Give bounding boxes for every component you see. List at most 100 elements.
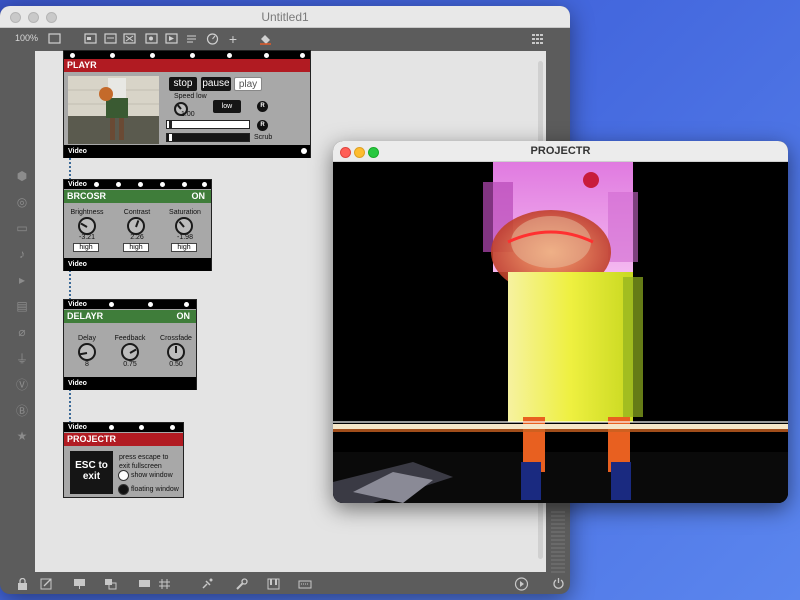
projector-window[interactable]: PROJECTR [333,141,788,503]
music-note-icon[interactable]: ♪ [12,244,32,264]
scrub-slider[interactable] [166,133,250,142]
pause-button[interactable]: pause [201,77,231,91]
speed-value: 1.00 [181,111,195,118]
transport-play-icon[interactable] [514,576,528,591]
presentation-icon[interactable] [47,32,61,45]
b-circle-icon[interactable]: Ⓑ [12,400,32,420]
number-box-icon[interactable] [144,32,158,45]
inlet-port[interactable] [202,182,207,187]
windows-icon[interactable] [103,577,117,590]
debug-icon[interactable] [200,577,214,590]
wrench-icon[interactable] [234,577,248,590]
left-sidebar: ⬢ ◎ ▭ ♪ ▸ ▤ ⌀ ⏚ Ⓥ Ⓑ ★ [12,166,32,456]
patch-cable[interactable] [69,270,71,300]
video-thumbnail [68,76,159,144]
paint-bucket-icon[interactable] [258,32,272,45]
step-icon[interactable]: ▸ [12,270,32,290]
power-status[interactable]: ON [192,190,206,203]
target-icon[interactable]: ◎ [12,192,32,212]
playr-device[interactable]: PLAYR stop pause play Speed low 1.00 low… [63,50,311,158]
floating-window-label: floating window [131,486,179,493]
device-header: DELAYR ON [64,310,196,323]
contrast-value: 2.26 [130,234,144,241]
outlet-port[interactable] [301,148,307,154]
keyboard-icon[interactable] [298,577,312,590]
patch-cable[interactable] [69,158,71,180]
paperclip-icon[interactable]: ⌀ [12,322,32,342]
cube-icon[interactable]: ⬢ [12,166,32,186]
inlet-port[interactable] [148,302,153,307]
image-icon[interactable]: ▤ [12,296,32,316]
inlet-port[interactable] [190,53,195,58]
inlet-port[interactable] [70,53,75,58]
patch-cable[interactable] [69,389,71,423]
feedback-knob[interactable] [121,343,139,361]
inlet-port[interactable] [94,182,99,187]
inlet-port[interactable] [182,182,187,187]
dial-icon[interactable] [205,32,219,45]
crossfade-knob[interactable] [167,343,185,361]
inlet-row: Video [64,423,183,432]
stop-button[interactable]: stop [169,77,197,91]
projectr-device[interactable]: Video PROJECTR ESC to exit press escape … [63,422,184,498]
reset-position-button[interactable]: R [257,120,268,131]
inlet-port[interactable] [110,53,115,58]
esc-exit-button[interactable]: ESC to exit [70,451,113,494]
contrast-knob[interactable] [127,217,145,235]
comment-bubble-icon[interactable] [137,577,151,590]
saturation-value: -1.98 [177,234,193,241]
power-icon[interactable] [551,577,565,590]
saturation-range-button[interactable]: high [171,243,197,252]
snap-grid-icon[interactable] [157,577,171,590]
inlet-port[interactable] [109,425,114,430]
presentation-mode-icon[interactable] [72,577,86,590]
delay-value: 8 [85,361,89,368]
saturation-knob[interactable] [175,217,193,235]
lock-icon[interactable] [15,577,29,590]
patcher-icon[interactable] [83,32,97,45]
outlet-label: Video [68,380,87,387]
inlet-port[interactable] [138,182,143,187]
speed-label: Speed low [174,93,207,100]
show-window-radio[interactable] [118,470,129,481]
speed-mode-button[interactable]: low [213,100,241,113]
brcosr-device[interactable]: Video BRCOSR ON Brightness -3.21 high Co… [63,179,212,271]
play-button[interactable]: play [234,77,262,91]
inlet-port[interactable] [227,53,232,58]
inlet-port[interactable] [170,425,175,430]
inlet-port[interactable] [116,182,121,187]
inlet-port[interactable] [139,425,144,430]
comment-icon[interactable] [184,32,198,45]
toolbar: 100% + [0,28,570,50]
inlet-port[interactable] [264,53,269,58]
projector-title-bar: PROJECTR [333,141,788,162]
device-footer: Video [64,145,310,158]
inlet-port[interactable] [300,53,305,58]
position-slider[interactable] [166,120,250,129]
delayr-device[interactable]: Video DELAYR ON Delay 8 Feedback 0.75 Cr… [63,299,197,390]
inlet-port[interactable] [150,53,155,58]
message-icon[interactable] [122,32,136,45]
power-status[interactable]: ON [177,310,191,323]
contrast-range-button[interactable]: high [123,243,149,252]
delay-knob[interactable] [78,343,96,361]
inlet-port[interactable] [160,182,165,187]
device-icon[interactable]: ▭ [12,218,32,238]
grid-icon[interactable] [531,32,545,45]
floating-window-radio[interactable] [118,484,129,495]
object-icon[interactable] [103,32,117,45]
inlet-port[interactable] [184,302,189,307]
zoom-level[interactable]: 100% [15,33,38,43]
inlet-port[interactable] [109,302,114,307]
star-icon[interactable]: ★ [12,426,32,446]
brightness-knob[interactable] [78,217,96,235]
brightness-range-button[interactable]: high [73,243,99,252]
show-window-label: show window [131,472,173,479]
edit-icon[interactable] [39,577,53,590]
add-icon[interactable]: + [226,31,240,47]
v-circle-icon[interactable]: Ⓥ [12,374,32,394]
piano-icon[interactable] [266,577,280,590]
plug-icon[interactable]: ⏚ [12,348,32,368]
reset-speed-button[interactable]: R [257,101,268,112]
play-object-icon[interactable] [164,32,178,45]
